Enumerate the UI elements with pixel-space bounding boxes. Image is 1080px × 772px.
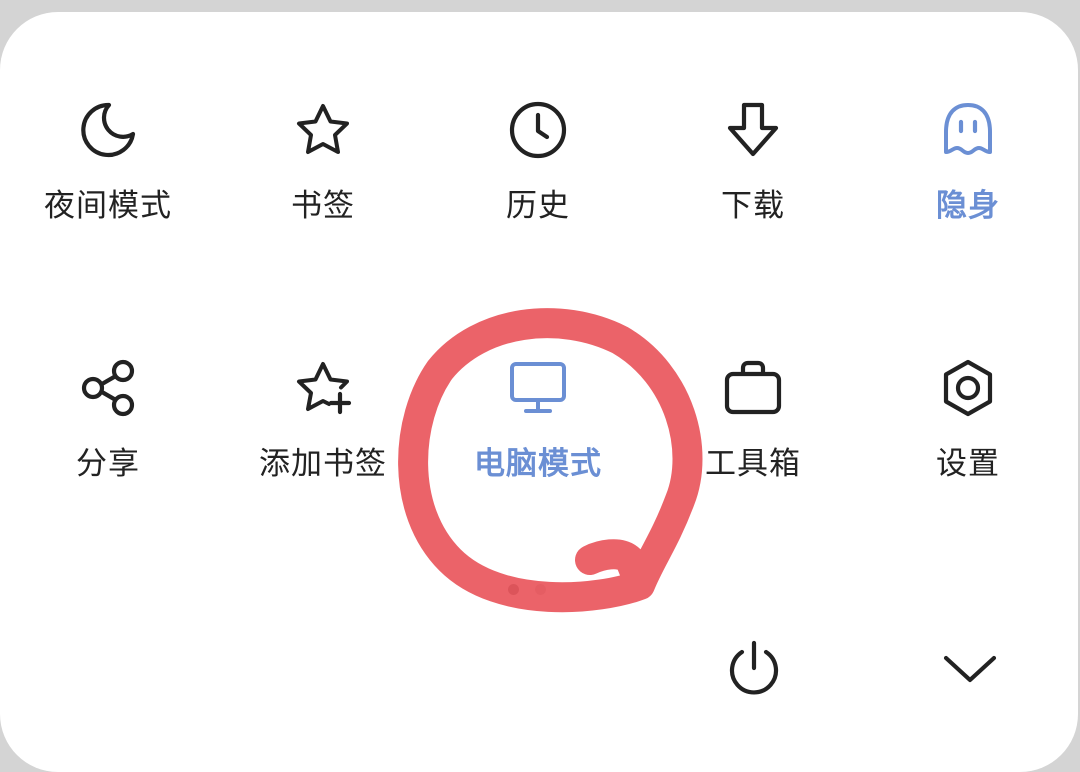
page-dot-active bbox=[508, 584, 519, 595]
menu-item-label: 历史 bbox=[506, 188, 570, 224]
menu-item-desktop-mode[interactable]: 电脑模式 bbox=[438, 356, 638, 483]
chevron-down-icon[interactable] bbox=[938, 636, 1002, 700]
menu-item-label: 书签 bbox=[291, 188, 355, 224]
menu-item-settings[interactable]: 设置 bbox=[868, 356, 1068, 483]
menu-item-label: 工具箱 bbox=[705, 446, 801, 482]
menu-item-history[interactable]: 历史 bbox=[438, 98, 638, 225]
menu-item-incognito[interactable]: 隐身 bbox=[868, 98, 1068, 225]
clock-icon bbox=[509, 101, 567, 159]
moon-icon bbox=[81, 102, 136, 158]
share-icon bbox=[81, 359, 135, 417]
briefcase-icon bbox=[724, 360, 782, 415]
menu-item-night-mode[interactable]: 夜间模式 bbox=[8, 98, 208, 225]
ghost-icon bbox=[944, 103, 992, 155]
menu-item-label: 分享 bbox=[76, 446, 140, 482]
browser-menu-panel: 夜间模式 书签 历史 下载 隐身 分享 添加书签 电脑模式 工具箱 设置 bbox=[0, 12, 1078, 772]
menu-item-toolbox[interactable]: 工具箱 bbox=[653, 356, 853, 483]
menu-item-downloads[interactable]: 下载 bbox=[653, 98, 853, 225]
menu-item-label: 电脑模式 bbox=[474, 446, 602, 482]
menu-item-label: 设置 bbox=[936, 446, 1000, 482]
menu-item-label: 隐身 bbox=[936, 188, 1000, 224]
hexagon-gear-icon bbox=[943, 359, 993, 417]
power-icon[interactable] bbox=[722, 636, 786, 700]
star-plus-icon bbox=[297, 362, 352, 415]
menu-item-bookmarks[interactable]: 书签 bbox=[223, 98, 423, 225]
menu-item-add-bookmark[interactable]: 添加书签 bbox=[223, 356, 423, 483]
menu-item-share[interactable]: 分享 bbox=[8, 356, 208, 483]
menu-item-label: 下载 bbox=[721, 188, 785, 224]
star-icon bbox=[297, 104, 349, 154]
page-dot bbox=[535, 584, 546, 595]
menu-item-label: 夜间模式 bbox=[44, 188, 172, 224]
menu-item-label: 添加书签 bbox=[259, 446, 387, 482]
download-arrow-icon bbox=[727, 102, 779, 157]
monitor-icon bbox=[510, 362, 566, 413]
